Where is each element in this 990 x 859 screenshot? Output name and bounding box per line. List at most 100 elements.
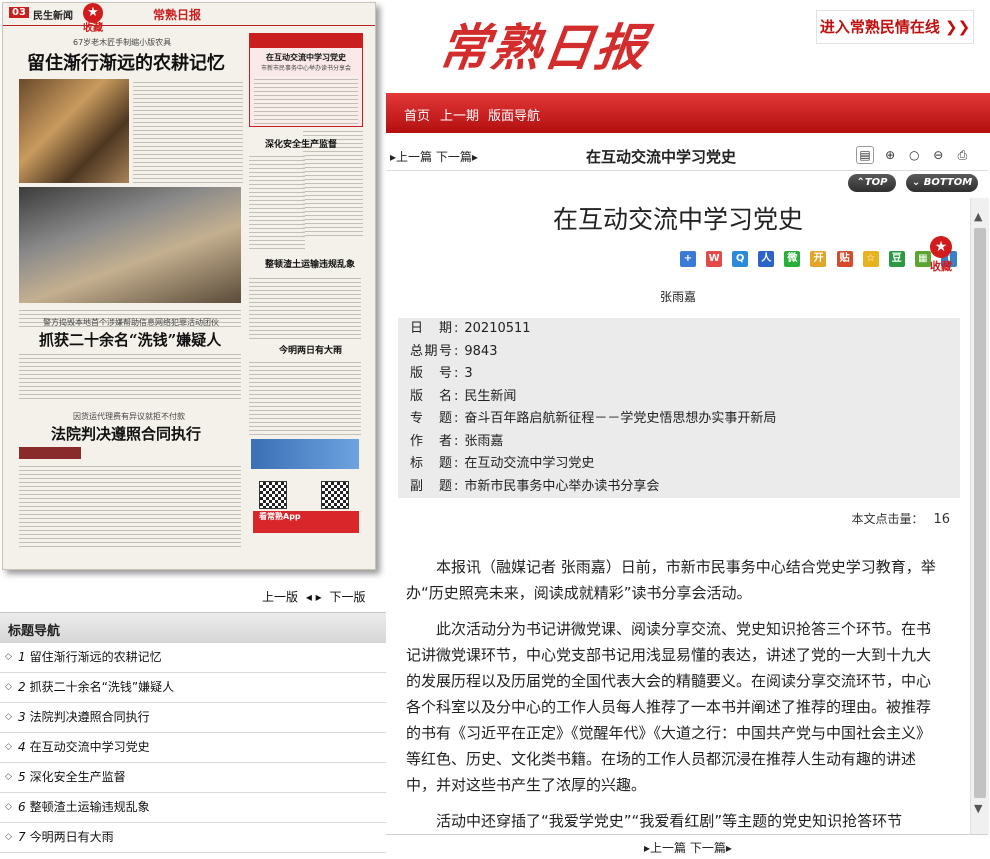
layout-icon[interactable]: ▤ [856, 146, 874, 164]
share-renren-icon[interactable]: 人 [758, 251, 775, 267]
scroll-down-arrow-icon[interactable]: ▼ [974, 802, 982, 815]
zoom-tools: ▤ ⊕ ○ ⊖ ⎙ [856, 144, 973, 164]
title-nav-item[interactable]: ◇ 4 在互动交流中学习党史 [0, 733, 386, 763]
paper-headline-6[interactable]: 今明两日有大雨 [279, 343, 342, 356]
star-icon: ★ [930, 236, 952, 258]
nav-layout-link[interactable]: 版面导航 [488, 105, 540, 124]
zoom-reset-icon[interactable]: ○ [906, 147, 922, 163]
article-scrollbar[interactable]: ▲ ▼ [970, 198, 989, 834]
paper-article-box[interactable]: 在互动交流中学习党史 市新市民事务中心举办读书分享会 [249, 33, 363, 127]
diamond-icon: ◇ [5, 682, 12, 692]
article-toolbar: ▸上一篇 下一篇▸ 在互动交流中学习党史 ▤ ⊕ ○ ⊖ ⎙ [386, 140, 988, 171]
meta-row: 作者: 张雨嘉 [410, 433, 504, 449]
paper-column-tag [19, 447, 81, 459]
paper-favorite-label: 收藏 [83, 23, 103, 34]
toolbar-article-title: 在互动交流中学习党史 [586, 148, 737, 166]
zoom-out-icon[interactable]: ⊖ [930, 147, 946, 163]
title-nav-item[interactable]: ◇ 2 抓获二十余名“洗钱”嫌疑人 [0, 673, 386, 703]
share-buttons: + W Q 人 微 开 贴 ☆ 豆 ▦ i [680, 246, 962, 267]
share-weibo-icon[interactable]: W [706, 251, 723, 267]
paper-photo-2 [19, 187, 241, 303]
article-favorite-button[interactable]: ★ 收藏 [926, 236, 956, 274]
meta-row: 专题: 奋斗百年路启航新征程－－学党史悟思想办实事开新局 [410, 411, 777, 426]
paper-text-block [249, 275, 361, 339]
diamond-icon: ◇ [5, 712, 12, 722]
newspaper-page-preview[interactable]: 03 民生新闻 常熟日报 ★ 收藏 67岁老木匠手制缩小版农具 留住渐行渐远的农… [2, 2, 376, 570]
paper-text-block [249, 359, 361, 435]
hit-count-label: 本文点击量： [851, 512, 924, 526]
paper-favorite-button[interactable]: ★ 收藏 [77, 3, 109, 35]
title-nav-item[interactable]: ◇ 3 法院判决遵照合同执行 [0, 703, 386, 733]
article-paragraph: 此次活动分为书记讲微党课、阅读分享交流、党史知识抢答三个环节。在书记讲微党课环节… [406, 620, 932, 794]
prev-page-link[interactable]: 上一版 [262, 590, 298, 604]
page-pager: 上一版 ◂ ▸ 下一版 [260, 588, 368, 605]
bottom-article-nav: ▸上一篇 下一篇▸ [386, 834, 988, 859]
article-content: 在互动交流中学习党史 + W Q 人 微 开 贴 ☆ 豆 ▦ i ★ 收藏 张雨… [386, 198, 970, 834]
article-title: 在互动交流中学习党史 [552, 205, 803, 234]
title-nav-item[interactable]: ◇ 6 整顿渣土运输违规乱象 [0, 793, 386, 823]
nav-home-link[interactable]: 首页 [404, 105, 430, 124]
title-nav-item[interactable]: ◇ 5 深化安全生产监督 [0, 763, 386, 793]
share-star-icon[interactable]: ☆ [862, 251, 879, 267]
paper-kicker-2: 警方捣毁本地首个涉嫌帮助信息网络犯罪活动团伙 [43, 318, 219, 327]
share-more-icon[interactable]: + [680, 251, 696, 267]
paper-app-banner[interactable]: 看常熟App [253, 511, 359, 533]
meta-row: 标题: 在互动交流中学习党史 [410, 456, 595, 471]
paper-box-subtitle: 市新市民事务中心举办读书分享会 [260, 65, 351, 72]
article-favorite-label: 收藏 [930, 260, 952, 273]
hit-count-value: 16 [933, 512, 950, 527]
paper-photo-1 [19, 79, 129, 183]
next-page-link[interactable]: 下一版 [330, 590, 366, 604]
paper-headline-3[interactable]: 法院判决遵照合同执行 [51, 423, 201, 444]
article-paragraph: 本报讯（融媒记者 张雨嘉）日前，市新市民事务中心结合党史学习教育，举办“历史照亮… [406, 558, 936, 602]
zoom-in-icon[interactable]: ⊕ [882, 147, 898, 163]
paper-page-number: 03 [9, 7, 29, 18]
paper-headline-4[interactable]: 深化安全生产监督 [265, 137, 337, 150]
share-douban-icon[interactable]: 豆 [888, 251, 905, 267]
paper-header: 03 民生新闻 常熟日报 [3, 3, 375, 26]
scroll-top-button[interactable]: ⌃TOP [848, 174, 896, 192]
meta-row: 版名: 民生新闻 [410, 388, 517, 404]
paper-headline-1[interactable]: 留住渐行渐远的农耕记忆 [27, 49, 225, 75]
paper-box-title: 在互动交流中学习党史 [266, 52, 346, 62]
article-body: 本报讯（融媒记者 张雨嘉）日前，市新市民事务中心结合党史学习教育，举办“历史照亮… [406, 554, 938, 834]
share-kaixin-icon[interactable]: 开 [810, 251, 827, 267]
scroll-bottom-button[interactable]: ⌄ BOTTOM [906, 174, 978, 192]
diamond-icon: ◇ [5, 742, 12, 752]
hit-count: 本文点击量： 16 [851, 510, 950, 527]
title-nav-item[interactable]: ◇ 7 今明两日有大雨 [0, 823, 386, 853]
share-tieba-icon[interactable]: 贴 [836, 251, 853, 267]
scrollbar-thumb[interactable] [974, 228, 986, 798]
star-icon: ★ [83, 3, 103, 23]
paper-headline-5[interactable]: 整顿渣土运输违规乱象 [265, 257, 355, 270]
main-nav-bar: 首页 上一期 版面导航 [386, 93, 990, 133]
paper-headline-2[interactable]: 抓获二十余名“洗钱”嫌疑人 [39, 329, 221, 350]
article-metadata: 日期:20210511 总期号:9843 版号:3 版名: 民生新闻 专题: 奋斗百… [398, 318, 960, 498]
share-qzone-icon[interactable]: Q [732, 251, 749, 267]
paper-kicker-1: 67岁老木匠手制缩小版农具 [73, 38, 172, 47]
paper-kicker-3: 因货运代理费有异议就拒不付款 [73, 412, 185, 421]
bottom-prev-next-links[interactable]: ▸上一篇 下一篇▸ [644, 839, 732, 856]
title-nav-list: ◇ 1 留住渐行渐远的农耕记忆 ◇ 2 抓获二十余名“洗钱”嫌疑人 ◇ 3 法院判决遵照合同… [0, 643, 386, 853]
paper-qr-code [259, 481, 287, 509]
paper-name: 常熟日报 [153, 8, 202, 22]
paper-ad-banner [251, 439, 359, 469]
diamond-icon: ◇ [5, 652, 12, 662]
meta-row: 版号:3 [410, 366, 473, 381]
diamond-icon: ◇ [5, 832, 12, 842]
print-icon[interactable]: ⎙ [954, 147, 970, 163]
meta-row: 日期:20210511 [410, 321, 531, 336]
title-nav-heading: 标题导航 [8, 624, 61, 639]
minqing-online-link[interactable]: 进入常熟民情在线 ❯❯ [816, 10, 974, 44]
article-paragraph: 活动中还穿插了“我爱学党史”“我爱看红剧”等主题的党史知识抢答环节 [436, 812, 903, 830]
diamond-icon: ◇ [5, 772, 12, 782]
nav-prev-issue-link[interactable]: 上一期 [440, 105, 479, 124]
title-nav-item[interactable]: ◇ 1 留住渐行渐远的农耕记忆 [0, 643, 386, 673]
paper-section-name: 民生新闻 [33, 11, 73, 22]
site-logo[interactable]: 常熟日报 [435, 8, 653, 80]
left-panel: 03 民生新闻 常熟日报 ★ 收藏 67岁老木匠手制缩小版农具 留住渐行渐远的农… [0, 0, 386, 858]
top-bottom-bar: ⌃TOP ⌄ BOTTOM [386, 172, 988, 198]
scroll-up-arrow-icon[interactable]: ▲ [974, 210, 982, 223]
prev-next-article-links[interactable]: ▸上一篇 下一篇▸ [390, 148, 478, 165]
share-wechat-icon[interactable]: 微 [784, 251, 801, 267]
